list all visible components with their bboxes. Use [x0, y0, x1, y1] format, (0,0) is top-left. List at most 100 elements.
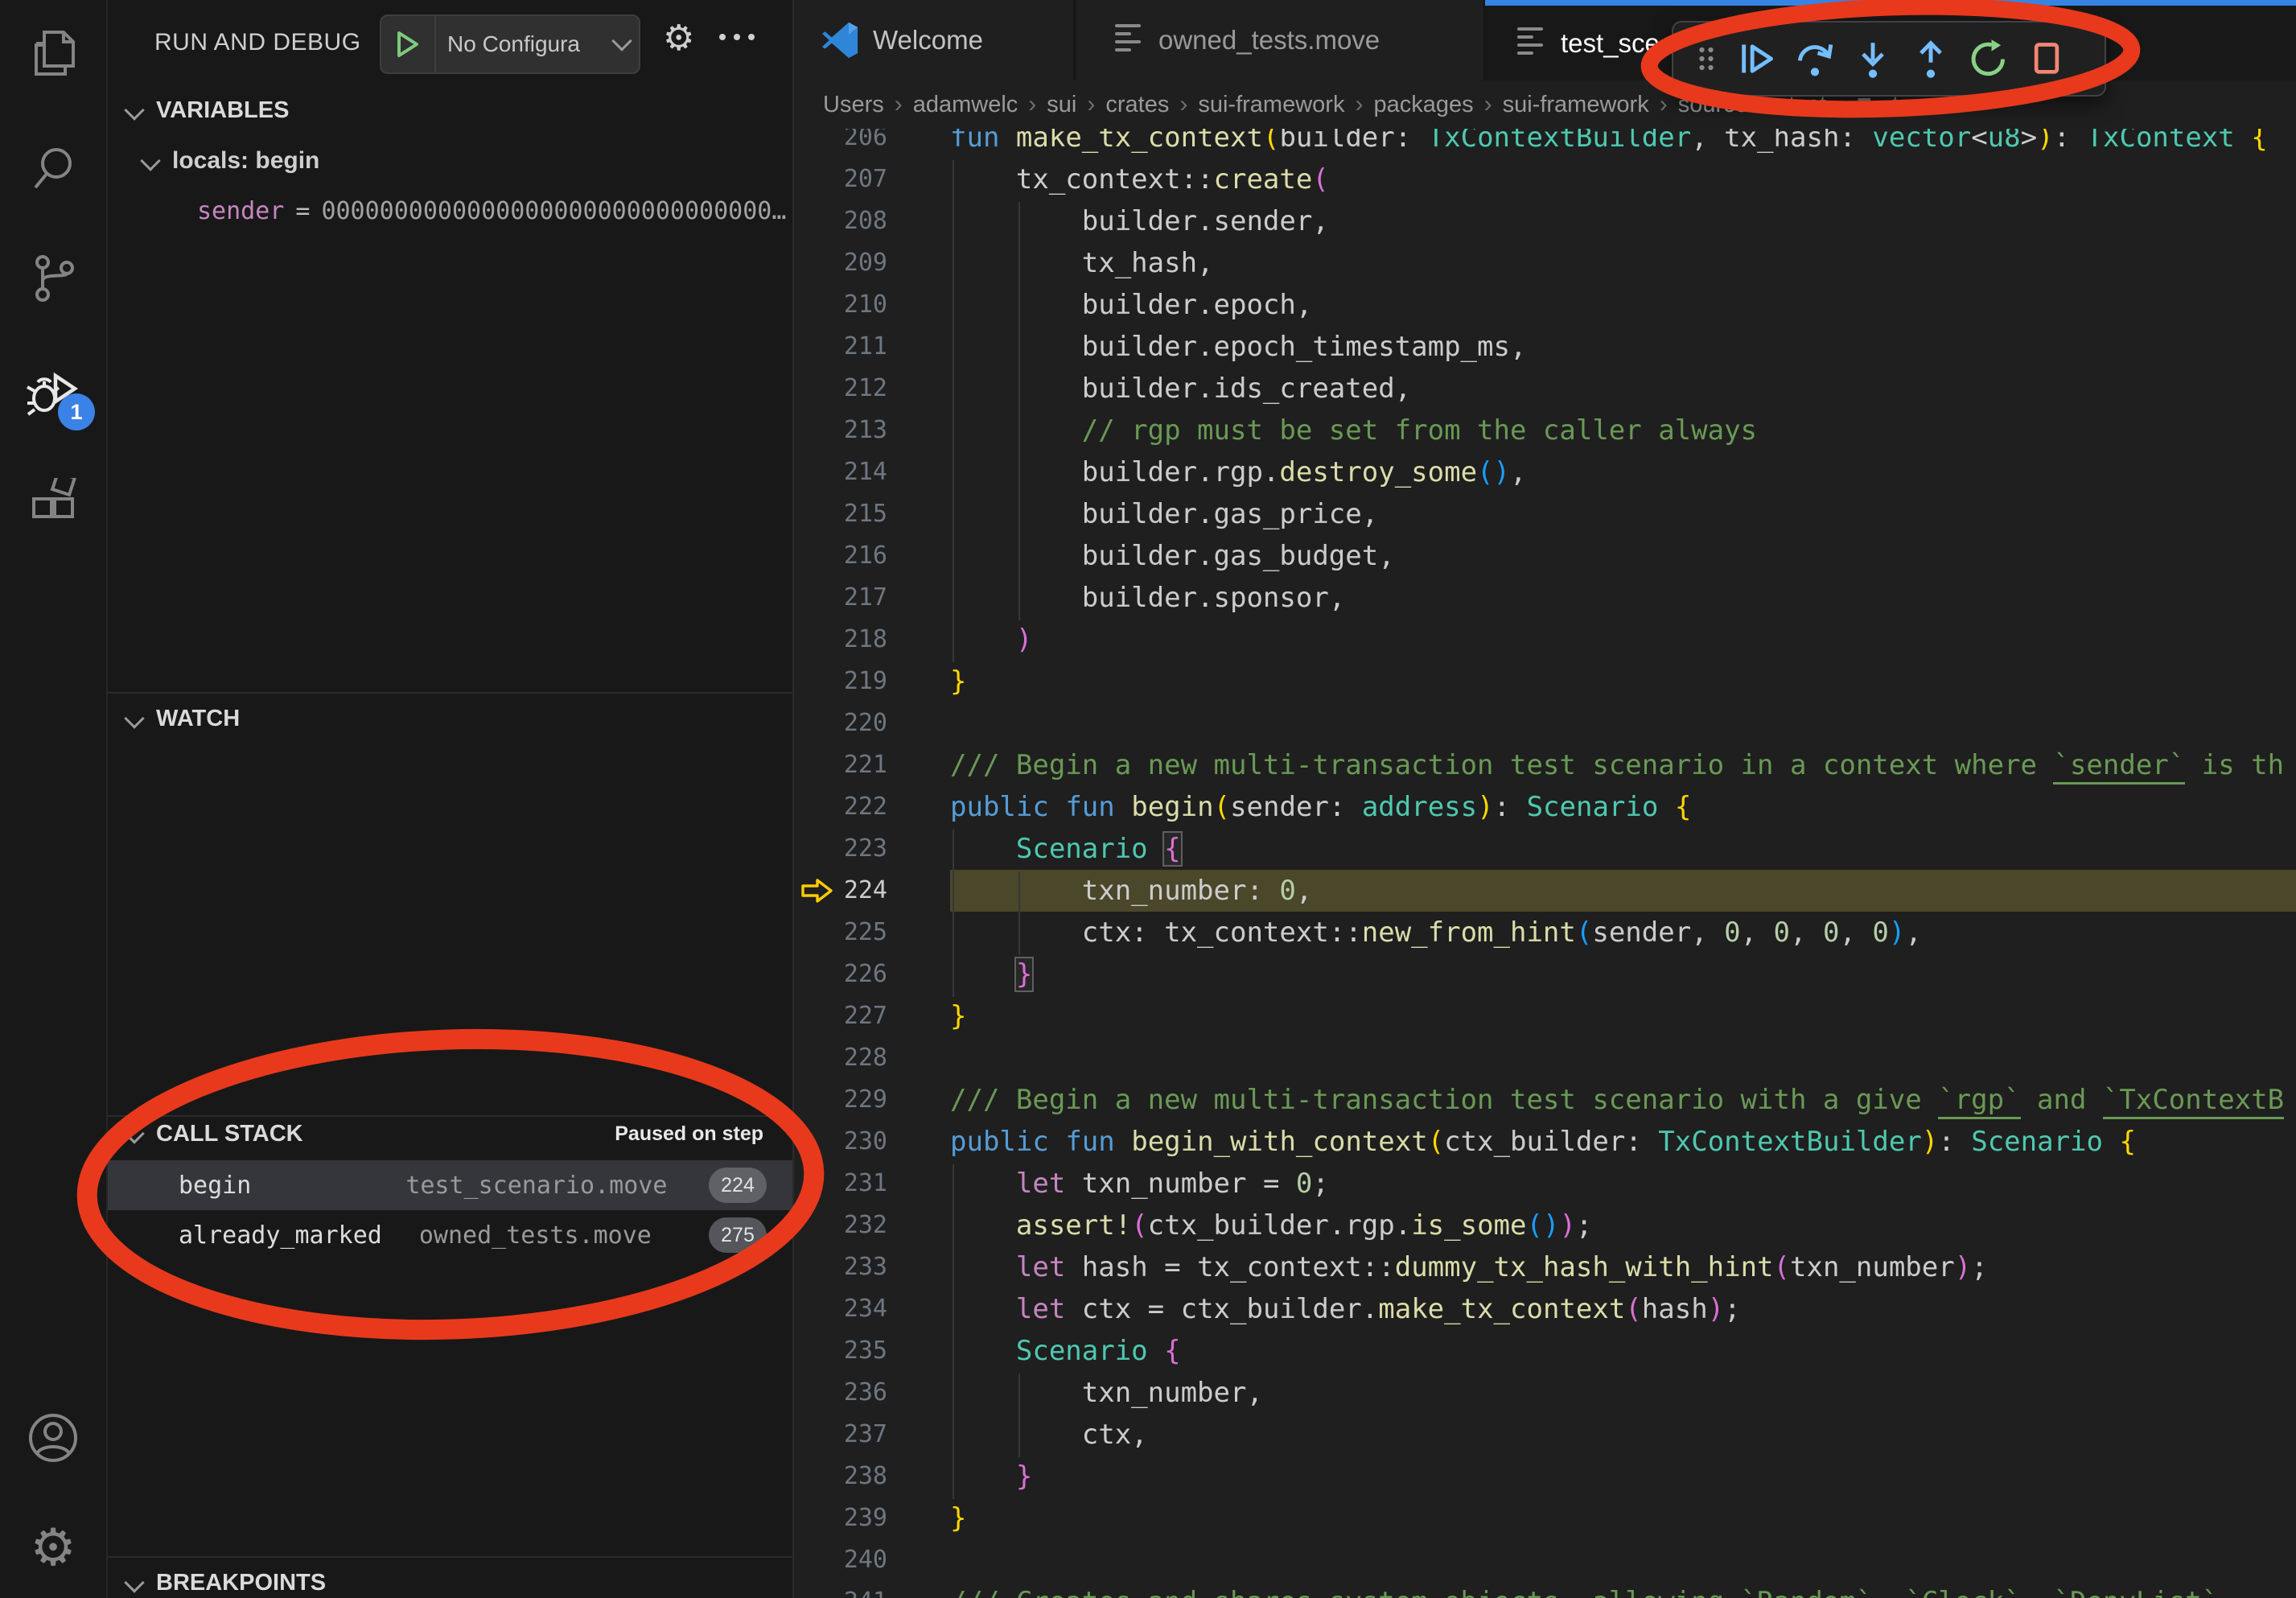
code-line[interactable]: 220 — [794, 702, 2296, 744]
line-number[interactable]: 225 — [794, 912, 887, 953]
continue-button[interactable] — [1728, 30, 1786, 88]
watch-section-header[interactable]: WATCH — [108, 695, 792, 742]
line-number[interactable]: 217 — [794, 577, 887, 619]
step-into-button[interactable] — [1844, 30, 1902, 88]
breakpoints-section-header[interactable]: BREAKPOINTS — [108, 1559, 792, 1598]
line-number[interactable]: 220 — [794, 702, 887, 744]
code-line[interactable]: 231 let txn_number = 0; — [794, 1163, 2296, 1205]
variables-scope-row[interactable]: locals: begin — [143, 142, 319, 180]
line-number[interactable]: 219 — [794, 661, 887, 702]
code-line[interactable]: 228 — [794, 1037, 2296, 1079]
debug-settings-gear-icon[interactable]: ⚙ — [663, 18, 694, 59]
play-icon[interactable] — [381, 16, 436, 72]
line-number[interactable]: 212 — [794, 368, 887, 410]
line-number[interactable]: 238 — [794, 1456, 887, 1497]
breadcrumb-item[interactable]: sui-framework — [1503, 92, 1649, 118]
line-number[interactable]: 218 — [794, 619, 887, 661]
line-number[interactable]: 237 — [794, 1414, 887, 1456]
tab-welcome[interactable]: Welcome — [794, 0, 1075, 80]
code-line[interactable]: 222public fun begin(sender: address): Sc… — [794, 786, 2296, 828]
code-line[interactable]: 221/// Begin a new multi-transaction tes… — [794, 744, 2296, 786]
line-number[interactable]: 213 — [794, 410, 887, 451]
debug-config-select[interactable]: No Configura — [436, 31, 615, 57]
code-line[interactable]: 241/// Creates and shares system objects… — [794, 1581, 2296, 1598]
line-number[interactable]: 214 — [794, 451, 887, 493]
code-line[interactable]: 239} — [794, 1497, 2296, 1539]
step-over-button[interactable] — [1786, 30, 1844, 88]
run-and-debug-icon[interactable]: 1 — [0, 347, 106, 435]
line-number[interactable]: 240 — [794, 1539, 887, 1581]
line-number[interactable]: 233 — [794, 1246, 887, 1288]
drag-handle-icon[interactable] — [1685, 30, 1728, 88]
line-number[interactable]: 223 — [794, 828, 887, 870]
variable-row[interactable]: sender = 0000000000000000000000000000000… — [197, 190, 792, 232]
line-number[interactable]: 216 — [794, 535, 887, 577]
code-line[interactable]: 230public fun begin_with_context(ctx_bui… — [794, 1121, 2296, 1163]
breadcrumb-separator: › — [1076, 91, 1105, 118]
file-icon — [1517, 27, 1543, 60]
line-number[interactable]: 231 — [794, 1163, 887, 1205]
code-line[interactable]: 238 } — [794, 1456, 2296, 1497]
line-number[interactable]: 229 — [794, 1079, 887, 1121]
call-stack-frame[interactable]: begin test_scenario.move 224 — [108, 1160, 792, 1210]
code-line[interactable]: 235 Scenario { — [794, 1330, 2296, 1372]
account-icon[interactable] — [0, 1394, 106, 1482]
line-number[interactable]: 210 — [794, 284, 887, 326]
call-stack-frame[interactable]: already_marked owned_tests.move 275 — [108, 1210, 792, 1260]
search-icon[interactable] — [0, 124, 106, 212]
line-number[interactable]: 232 — [794, 1205, 887, 1246]
explorer-icon[interactable] — [0, 11, 106, 100]
breadcrumb-item[interactable]: Users — [823, 92, 884, 118]
settings-gear-icon[interactable]: ⚙ — [0, 1503, 106, 1592]
source-control-icon[interactable] — [0, 234, 106, 323]
breadcrumb-item[interactable]: sui-framework — [1198, 92, 1344, 118]
code-line[interactable]: 233 let hash = tx_context::dummy_tx_hash… — [794, 1246, 2296, 1288]
line-number[interactable]: 207 — [794, 159, 887, 200]
chevron-down-icon — [124, 100, 144, 120]
line-number[interactable]: 235 — [794, 1330, 887, 1372]
code-line[interactable]: 226 } — [794, 953, 2296, 995]
line-number[interactable]: 208 — [794, 200, 887, 242]
line-number[interactable]: 239 — [794, 1497, 887, 1539]
step-out-button[interactable] — [1902, 30, 1960, 88]
line-number[interactable]: 227 — [794, 995, 887, 1037]
debug-session-badge: 1 — [58, 393, 95, 430]
line-number[interactable]: 215 — [794, 493, 887, 535]
more-actions-icon[interactable] — [719, 34, 755, 40]
line-number[interactable]: 230 — [794, 1121, 887, 1163]
chevron-down-icon — [124, 1572, 144, 1592]
code-editor[interactable]: 206fun make_tx_context(builder: TxContex… — [794, 117, 2296, 1598]
line-number[interactable]: 222 — [794, 786, 887, 828]
start-debugging-button[interactable]: No Configura — [380, 14, 640, 74]
line-number[interactable]: 226 — [794, 953, 887, 995]
extensions-icon[interactable] — [0, 458, 106, 546]
file-icon — [1115, 24, 1141, 56]
stop-button[interactable] — [2018, 30, 2076, 88]
code-line[interactable]: 232 assert!(ctx_builder.rgp.is_some()); — [794, 1205, 2296, 1246]
line-number[interactable]: 211 — [794, 326, 887, 368]
code-line[interactable]: 218 ) — [794, 619, 2296, 661]
line-number[interactable]: 228 — [794, 1037, 887, 1079]
code-line[interactable]: 223 Scenario { — [794, 828, 2296, 870]
restart-button[interactable] — [1960, 30, 2018, 88]
frame-file: test_scenario.move — [405, 1172, 667, 1200]
line-number[interactable]: 221 — [794, 744, 887, 786]
code-line[interactable]: 227} — [794, 995, 2296, 1037]
line-number[interactable]: 209 — [794, 242, 887, 284]
debug-current-line-arrow-icon — [799, 876, 836, 909]
code-line[interactable]: 229/// Begin a new multi-transaction tes… — [794, 1079, 2296, 1121]
variables-section-header[interactable]: VARIABLES — [108, 87, 792, 134]
breadcrumb-item[interactable]: packages — [1373, 92, 1473, 118]
variable-name: sender — [197, 197, 284, 225]
breadcrumb-item[interactable]: sui — [1047, 92, 1076, 118]
code-line[interactable]: 207 tx_context::create( — [794, 159, 2296, 200]
breadcrumb-item[interactable]: crates — [1105, 92, 1169, 118]
line-number[interactable]: 236 — [794, 1372, 887, 1414]
tab-owned-tests[interactable]: owned_tests.move — [1076, 0, 1485, 80]
code-line[interactable]: 240 — [794, 1539, 2296, 1581]
code-line[interactable]: 234 let ctx = ctx_builder.make_tx_contex… — [794, 1288, 2296, 1330]
breadcrumb-item[interactable]: adamwelc — [913, 92, 1018, 118]
code-line[interactable]: 219} — [794, 661, 2296, 702]
line-number[interactable]: 241 — [794, 1581, 887, 1598]
line-number[interactable]: 234 — [794, 1288, 887, 1330]
